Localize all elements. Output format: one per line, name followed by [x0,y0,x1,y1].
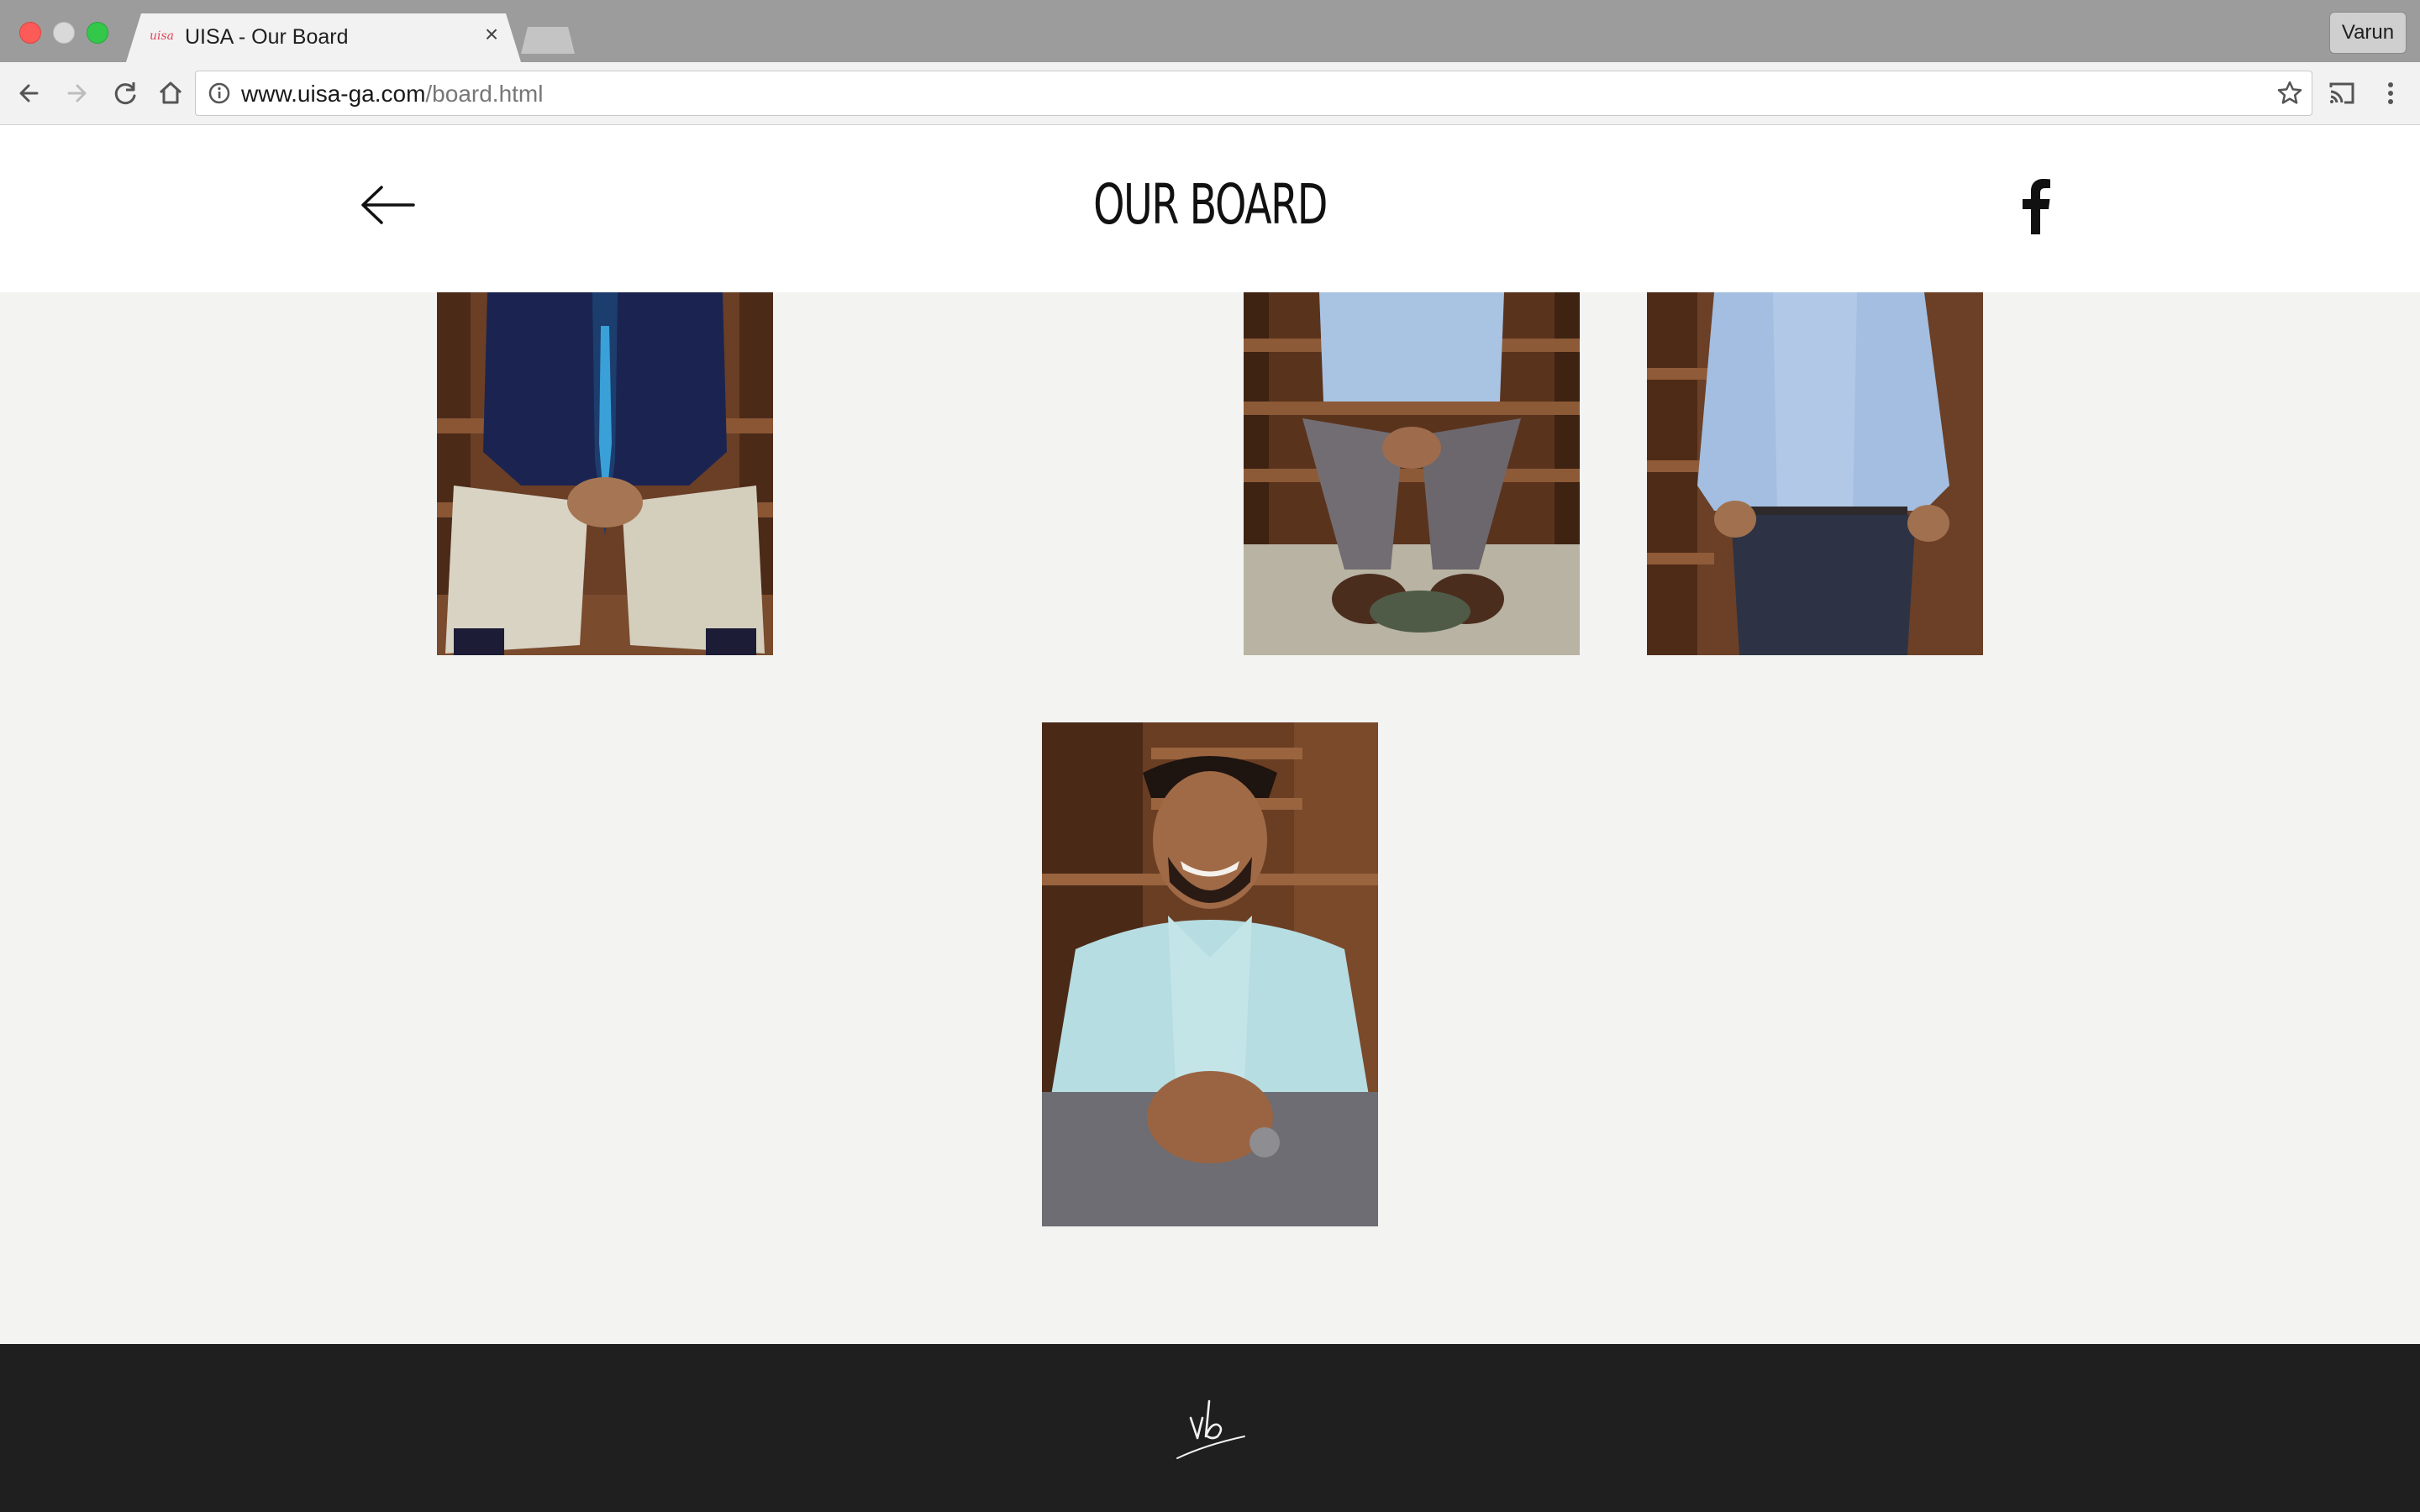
board-member-photo-1[interactable] [437,292,773,655]
profile-button[interactable]: Varun [2329,12,2407,54]
tab-title: UISA - Our Board [185,25,349,49]
tab-close-icon[interactable]: × [479,22,504,47]
url-path: /board.html [425,81,544,107]
board-gallery [0,292,2420,1344]
forward-icon[interactable] [59,76,94,111]
minimize-window-button[interactable] [53,22,75,44]
page-title: OUR BOARD [1093,172,1328,237]
back-icon[interactable] [12,76,47,111]
page-footer [0,1344,2420,1512]
home-icon[interactable] [153,76,188,111]
browser-toolbar: www.uisa-ga.com/board.html [0,62,2420,125]
board-member-photo-2[interactable] [1244,292,1580,655]
favicon-icon: uisa [150,29,175,43]
board-member-photo-3[interactable] [1647,292,1983,655]
browser-tab-active[interactable]: uisa UISA - Our Board × [126,13,521,62]
browser-titlebar: uisa UISA - Our Board × Varun [0,0,2420,62]
zoom-window-button[interactable] [87,22,108,44]
new-tab-button[interactable] [521,27,575,54]
facebook-icon[interactable] [2018,177,2052,234]
page-header: OUR BOARD [0,125,2420,292]
url-host: www.uisa-ga.com [241,81,426,107]
arrow-left-icon[interactable] [360,184,415,226]
cast-icon[interactable] [2324,76,2360,111]
star-icon[interactable] [2276,80,2303,107]
board-member-photo-4[interactable] [1042,722,1378,1226]
url-text[interactable]: www.uisa-ga.com/board.html [241,81,543,108]
close-window-button[interactable] [19,22,41,44]
info-icon[interactable] [208,81,231,105]
footer-logo[interactable] [1172,1394,1248,1462]
reload-icon[interactable] [108,76,143,111]
menu-icon[interactable] [2373,76,2408,111]
address-bar[interactable]: www.uisa-ga.com/board.html [195,71,2312,116]
